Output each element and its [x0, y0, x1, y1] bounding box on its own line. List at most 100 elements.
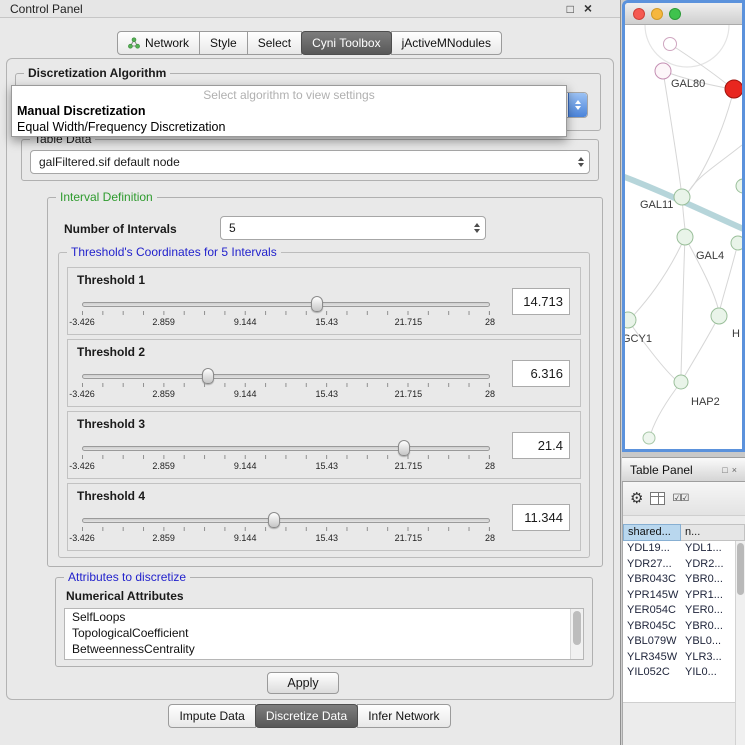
slider-thumb[interactable] [202, 368, 214, 384]
tab-style[interactable]: Style [199, 31, 248, 55]
float-window-icon[interactable]: □ [567, 2, 574, 16]
network-node-gcy1[interactable] [625, 312, 636, 328]
tick-label: -3.426 [69, 317, 95, 327]
dropdown-option-manual-discretization[interactable]: Manual Discretization [12, 103, 566, 119]
slider-thumb[interactable] [398, 440, 410, 456]
slider-track[interactable] [82, 374, 490, 379]
tab-cyni-toolbox[interactable]: Cyni Toolbox [301, 31, 391, 55]
tab-network[interactable]: Network [117, 31, 200, 55]
tab-infer-network[interactable]: Infer Network [357, 704, 450, 728]
tab-discretize-data[interactable]: Discretize Data [255, 704, 358, 728]
network-node-gal11[interactable] [674, 189, 690, 205]
threshold-4-slider[interactable]: -3.426 2.859 9.144 15.43 21.715 28 [82, 512, 490, 546]
table-data-group: Table Data galFiltered.sif default node [21, 139, 599, 181]
close-panel-icon[interactable]: × [732, 465, 737, 475]
cell-shared-name[interactable]: YER054C [623, 603, 681, 619]
window-title: Control Panel [10, 2, 83, 16]
tick-label: 21.715 [395, 389, 423, 399]
tab-jactivemnodules[interactable]: jActiveMNodules [391, 31, 502, 55]
node-label-gal80: GAL80 [671, 78, 705, 90]
network-node-hap2[interactable] [674, 375, 688, 389]
right-pane: GAL80 GAL11 GAL4 GCY1 H HAP2 Table Panel… [622, 0, 745, 745]
cell-shared-name[interactable]: YBR045C [623, 619, 681, 635]
cell-shared-name[interactable]: YPR145W [623, 588, 681, 604]
interval-definition-group: Interval Definition Number of Intervals … [47, 197, 603, 567]
slider-track[interactable] [82, 446, 490, 451]
threshold-3-value[interactable]: 21.4 [512, 432, 570, 459]
select-columns-icon[interactable]: ☑☑ [672, 493, 688, 504]
threshold-4-value[interactable]: 11.344 [512, 504, 570, 531]
tick-label: 15.43 [316, 461, 339, 471]
apply-button[interactable]: Apply [267, 672, 339, 694]
table-scrollbar[interactable] [735, 541, 745, 745]
cell-shared-name[interactable]: YIL052C [623, 665, 681, 681]
table-row[interactable]: YBL079W YBL0... [623, 634, 745, 650]
columns-icon[interactable] [650, 492, 665, 505]
network-node[interactable] [643, 432, 655, 444]
cell-shared-name[interactable]: YLR345W [623, 650, 681, 666]
threshold-1-value[interactable]: 14.713 [512, 288, 570, 315]
threshold-2-slider[interactable]: -3.426 2.859 9.144 15.43 21.715 28 [82, 368, 490, 402]
list-item[interactable]: SelfLoops [65, 609, 583, 625]
table-row[interactable]: YDR27... YDR2... [623, 557, 745, 573]
table-row[interactable]: YPR145W YPR1... [623, 588, 745, 604]
network-node-gal80[interactable] [655, 63, 671, 79]
cell-shared-name[interactable]: YDL19... [623, 541, 681, 557]
list-item[interactable]: TopologicalCoefficient [65, 625, 583, 641]
network-node[interactable] [664, 38, 677, 51]
network-canvas[interactable]: GAL80 GAL11 GAL4 GCY1 H HAP2 [625, 25, 742, 449]
tick-label: 2.859 [152, 317, 175, 327]
network-node-gal4[interactable] [677, 229, 693, 245]
network-node[interactable] [736, 179, 742, 193]
tab-impute-data[interactable]: Impute Data [168, 704, 255, 728]
network-node[interactable] [711, 308, 727, 324]
table-row[interactable]: YBR043C YBR0... [623, 572, 745, 588]
attributes-list-scrollbar[interactable] [570, 609, 583, 659]
thresholds-group-title: Threshold's Coordinates for 5 Intervals [67, 245, 281, 259]
table-row[interactable]: YIL052C YIL0... [623, 665, 745, 681]
threshold-1-panel: Threshold 1 -3.426 2.859 9.144 15.43 21.… [67, 267, 581, 335]
scrollbar-thumb[interactable] [573, 611, 581, 645]
table-row[interactable]: YDL19... YDL1... [623, 541, 745, 557]
table-row[interactable]: YBR045C YBR0... [623, 619, 745, 635]
network-node[interactable] [731, 236, 742, 250]
close-traffic-light-icon[interactable] [633, 8, 645, 20]
dropdown-placeholder: Select algorithm to view settings [12, 86, 566, 103]
minimize-traffic-light-icon[interactable] [651, 8, 663, 20]
threshold-3-slider[interactable]: -3.426 2.859 9.144 15.43 21.715 28 [82, 440, 490, 474]
tab-network-label: Network [145, 36, 189, 50]
table-data-select[interactable]: galFiltered.sif default node [30, 150, 590, 174]
list-item[interactable]: BetweennessCentrality [65, 641, 583, 657]
table-row[interactable]: YLR345W YLR3... [623, 650, 745, 666]
column-header-shared-name[interactable]: shared... [623, 524, 681, 541]
threshold-4-label: Threshold 4 [77, 489, 145, 503]
tab-jactivemnodules-label: jActiveMNodules [402, 36, 491, 50]
network-node-selected[interactable] [725, 80, 742, 98]
slider-track[interactable] [82, 518, 490, 523]
cell-shared-name[interactable]: YDR27... [623, 557, 681, 573]
threshold-2-panel: Threshold 2 -3.426 2.859 9.144 15.43 21.… [67, 339, 581, 407]
cell-shared-name[interactable]: YBL079W [623, 634, 681, 650]
tab-infer-network-label: Infer Network [368, 709, 439, 723]
slider-thumb[interactable] [311, 296, 323, 312]
scrollbar-thumb[interactable] [737, 543, 744, 595]
threshold-2-value[interactable]: 6.316 [512, 360, 570, 387]
float-panel-icon[interactable]: □ [722, 465, 727, 475]
column-header-name[interactable]: n... [681, 524, 745, 541]
threshold-1-slider[interactable]: -3.426 2.859 9.144 15.43 21.715 28 [82, 296, 490, 330]
attributes-group: Attributes to discretize Numerical Attri… [55, 577, 593, 667]
threshold-2-label: Threshold 2 [77, 345, 145, 359]
tick-label: 28 [485, 317, 495, 327]
dropdown-option-equal-width[interactable]: Equal Width/Frequency Discretization [12, 119, 566, 135]
threshold-3-panel: Threshold 3 -3.426 2.859 9.144 15.43 21.… [67, 411, 581, 479]
gear-icon[interactable]: ⚙ [630, 491, 643, 506]
close-window-icon[interactable]: × [584, 2, 592, 16]
cell-shared-name[interactable]: YBR043C [623, 572, 681, 588]
top-tab-bar: Network Style Select Cyni Toolbox jActiv… [0, 31, 620, 55]
zoom-traffic-light-icon[interactable] [669, 8, 681, 20]
tab-select[interactable]: Select [247, 31, 302, 55]
number-of-intervals-select[interactable]: 5 [220, 216, 486, 240]
slider-thumb[interactable] [268, 512, 280, 528]
slider-track[interactable] [82, 302, 490, 307]
table-row[interactable]: YER054C YER0... [623, 603, 745, 619]
